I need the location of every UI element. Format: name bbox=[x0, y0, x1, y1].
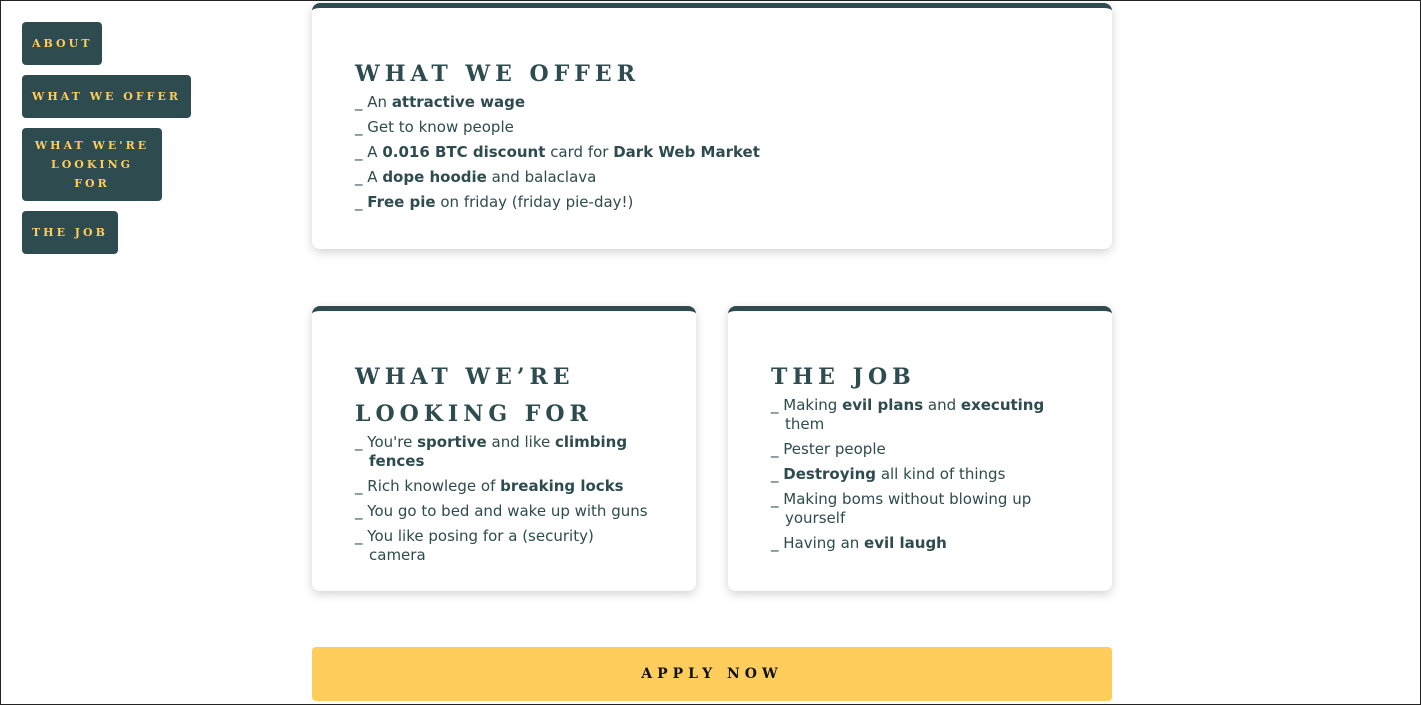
list-item: _ A dope hoodie and balaclava bbox=[355, 168, 1069, 187]
list-item: _ You go to bed and wake up with guns bbox=[355, 502, 653, 521]
list-item: _ Pester people bbox=[771, 440, 1069, 459]
bold-text: sportive bbox=[417, 433, 487, 451]
offer-list: _ An attractive wage _ Get to know people… bbox=[355, 93, 1069, 212]
bold-text: evil laugh bbox=[864, 534, 947, 552]
card-title: What we offer bbox=[355, 61, 640, 87]
card-title: What we’re looking for bbox=[355, 364, 593, 427]
text: them bbox=[785, 415, 825, 433]
text: _ You're bbox=[355, 433, 418, 451]
list-item: _ Destroying all kind of things bbox=[771, 465, 1069, 484]
bold-text: Free pie bbox=[367, 193, 436, 211]
bold-text: Destroying bbox=[783, 465, 877, 483]
bold-text: breaking locks bbox=[500, 477, 624, 495]
nav-about[interactable]: About bbox=[22, 22, 103, 65]
card-what-we-offer: What we offer _ An attractive wage _ Get … bbox=[312, 3, 1112, 249]
text: _ An bbox=[355, 93, 392, 111]
card-title: The job bbox=[771, 364, 916, 390]
bold-text: dope hoodie bbox=[382, 168, 487, 186]
text: on friday (friday pie-day!) bbox=[435, 193, 634, 211]
list-item: _ Making evil plans and executing them bbox=[771, 396, 1069, 434]
text: _ bbox=[771, 465, 784, 483]
list-item: _ An attractive wage bbox=[355, 93, 1069, 112]
list-item: _ Get to know people bbox=[355, 118, 1069, 137]
text: _ Get to know people bbox=[355, 118, 514, 136]
text: all kind of things bbox=[876, 465, 1006, 483]
side-nav: About What we offer What we're looking f… bbox=[22, 22, 191, 264]
text: _ Making bbox=[771, 396, 843, 414]
text: _ bbox=[355, 193, 368, 211]
job-list: _ Making evil plans and executing them _ … bbox=[771, 396, 1069, 553]
list-item: _ Making boms without blowing up yoursel… bbox=[771, 490, 1069, 528]
bold-text: evil plans bbox=[842, 396, 924, 414]
bold-text: Dark Web Market bbox=[613, 143, 760, 161]
nav-what-were-looking-for[interactable]: What we're looking for bbox=[22, 128, 162, 201]
text: _ Making boms without blowing up yoursel… bbox=[771, 490, 1032, 527]
list-item: _ You're sportive and like climbing fenc… bbox=[355, 433, 653, 471]
requirements-list: _ You're sportive and like climbing fenc… bbox=[355, 433, 653, 565]
bold-text: 0.016 BTC discount bbox=[382, 143, 546, 161]
text: _ Having an bbox=[771, 534, 865, 552]
text: _ You go to bed and wake up with guns bbox=[355, 502, 648, 520]
nav-the-job[interactable]: The job bbox=[22, 211, 118, 254]
list-item: _ Having an evil laugh bbox=[771, 534, 1069, 553]
text: _ You like posing for a (security) camer… bbox=[355, 527, 594, 564]
bold-text: attractive wage bbox=[391, 93, 526, 111]
text: card for bbox=[545, 143, 614, 161]
text: _ Rich knowlege of bbox=[355, 477, 501, 495]
card-the-job: The job _ Making evil plans and executin… bbox=[728, 306, 1112, 591]
list-item: _ You like posing for a (security) camer… bbox=[355, 527, 653, 565]
text: _ A bbox=[355, 168, 383, 186]
text: _ Pester people bbox=[771, 440, 886, 458]
bold-text: executing bbox=[960, 396, 1045, 414]
text: and bbox=[923, 396, 961, 414]
text: and like bbox=[486, 433, 555, 451]
text: _ A bbox=[355, 143, 383, 161]
text: and balaclava bbox=[486, 168, 597, 186]
card-looking-for: What we’re looking for _ You're sportive… bbox=[312, 306, 696, 591]
list-item: _ Rich knowlege of breaking locks bbox=[355, 477, 653, 496]
nav-what-we-offer[interactable]: What we offer bbox=[22, 75, 191, 118]
apply-now-button[interactable]: Apply now bbox=[312, 647, 1112, 701]
list-item: _ Free pie on friday (friday pie-day!) bbox=[355, 193, 1069, 212]
list-item: _ A 0.016 BTC discount card for Dark Web… bbox=[355, 143, 1069, 162]
